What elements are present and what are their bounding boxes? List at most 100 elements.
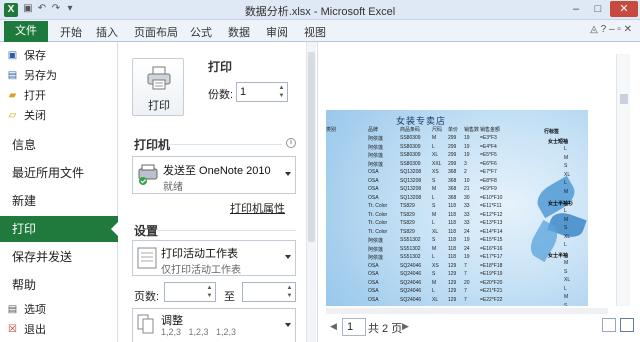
preview-scroll-thumb[interactable]: [620, 94, 628, 104]
printer-properties-link[interactable]: 打印机属性: [230, 200, 285, 216]
tab-view[interactable]: 视图: [304, 24, 326, 40]
copies-label: 份数:: [208, 89, 234, 101]
preview-cell: 118: [448, 237, 456, 243]
preview-cell: 阿依莲: [368, 153, 384, 159]
preview-cell: SQ13208: [400, 194, 422, 201]
preview-cell: =E20*F20: [480, 279, 503, 286]
zoom-to-page-button[interactable]: [620, 318, 634, 332]
backstage-open[interactable]: ▰ 打开: [0, 86, 118, 106]
preview-scrollbar[interactable]: [616, 54, 630, 306]
show-margins-button[interactable]: [602, 318, 616, 332]
page-header-area: [326, 54, 588, 110]
preview-header-cell: 尺码: [432, 127, 443, 133]
backstage-options[interactable]: ▤ 选项: [0, 300, 118, 320]
preview-cell: SS51302: [400, 245, 421, 252]
page-number-input[interactable]: 1: [342, 318, 366, 336]
tab-insert[interactable]: 插入: [96, 24, 118, 40]
preview-cell: 368: [448, 177, 457, 184]
preview-cell: 19: [464, 237, 470, 243]
backstage-info[interactable]: 信息: [0, 132, 118, 158]
preview-cell: TS829: [400, 220, 415, 226]
preview-header-cell: 类别: [326, 127, 337, 133]
preview-cell: =E7*F7: [480, 169, 497, 175]
preview-cell: =E13*F13: [480, 220, 503, 226]
pages-from-input[interactable]: ▲ ▼: [164, 282, 216, 302]
maximize-button[interactable]: □: [588, 1, 608, 17]
preview-cell: 阿依莲: [368, 246, 384, 253]
backstage-save-send[interactable]: 保存并发送: [0, 244, 118, 270]
preview-cell: 129: [448, 271, 457, 277]
worksheet-icon: [137, 247, 157, 269]
backstage-close[interactable]: ▱ 关闭: [0, 106, 118, 126]
preview-cell: 33: [464, 220, 470, 226]
preview-cell: M: [432, 279, 437, 286]
tab-home[interactable]: 开始: [60, 24, 82, 40]
preview-pivot-value: M: [564, 188, 569, 195]
preview-pivot-value: S: [564, 268, 568, 275]
backstage-help[interactable]: 帮助: [0, 272, 118, 298]
settings-scroll-thumb[interactable]: [308, 52, 315, 242]
pages-to-input[interactable]: ▲ ▼: [242, 282, 296, 302]
tab-review[interactable]: 审阅: [266, 24, 288, 40]
preview-pivot-value: S: [564, 163, 568, 169]
backstage-exit[interactable]: ☒ 退出: [0, 320, 118, 340]
preview-cell: 20: [464, 279, 470, 286]
settings-header: 设置: [134, 224, 159, 238]
printer-icon: [147, 66, 171, 90]
tab-formulas[interactable]: 公式: [190, 24, 212, 40]
ribbon-window-controls[interactable]: ◬ ? – ▫ ✕: [590, 24, 632, 35]
backstage-save-as[interactable]: ▤ 另存为: [0, 66, 118, 86]
preview-cell: =E6*F6: [480, 160, 497, 167]
printer-header: 打印机: [134, 138, 171, 152]
preview-cell: SS80309: [400, 143, 421, 150]
preview-cell: L: [432, 143, 435, 150]
info-icon[interactable]: i: [286, 138, 296, 148]
next-page-icon[interactable]: ▶: [402, 321, 409, 332]
preview-cell: L: [432, 220, 435, 226]
backstage-print[interactable]: 打印: [0, 216, 119, 242]
tab-file[interactable]: 文件: [4, 21, 48, 42]
settings-divider: [158, 230, 296, 231]
backstage-new[interactable]: 新建: [0, 188, 118, 214]
pages-from-spinner[interactable]: ▲ ▼: [205, 284, 214, 300]
print-scope-dropdown[interactable]: 打印活动工作表 仅打印活动工作表: [132, 240, 296, 276]
printer-dropdown[interactable]: 发送至 OneNote 2010 就绪: [132, 156, 296, 194]
print-button[interactable]: 打印: [132, 58, 184, 116]
preview-cell: 118: [448, 228, 456, 235]
collate-dropdown[interactable]: 调整 1,2,3 1,2,3 1,2,3: [132, 308, 296, 342]
preview-hscroll[interactable]: [326, 308, 608, 314]
preview-cell: SQ13208: [400, 186, 422, 192]
backstage-recent[interactable]: 最近所用文件: [0, 160, 118, 186]
preview-cell: XL: [432, 296, 439, 303]
chevron-down-icon: [285, 322, 291, 327]
preview-pivot-value: M: [564, 154, 569, 161]
backstage-save-label: 保存: [24, 50, 46, 62]
preview-cell: 21: [464, 186, 470, 192]
prev-page-icon[interactable]: ◀: [330, 321, 337, 332]
minimize-button[interactable]: –: [566, 1, 586, 17]
preview-cell: 30: [464, 194, 470, 201]
preview-pivot-value: XL: [564, 233, 571, 240]
close-button[interactable]: ✕: [610, 1, 638, 17]
preview-cell: OSA: [368, 271, 379, 277]
backstage-save-as-label: 另存为: [24, 70, 57, 82]
close-file-icon: ▱: [8, 110, 17, 121]
preview-pivot-value: L: [564, 208, 567, 214]
pages-to-spinner[interactable]: ▲ ▼: [285, 284, 294, 300]
preview-pivot-value: L: [564, 242, 567, 248]
copies-input[interactable]: 1 ▲ ▼: [236, 82, 288, 102]
preview-cell: =E9*F9: [480, 186, 497, 192]
preview-cell: L: [432, 288, 435, 294]
chevron-down-icon: [285, 255, 291, 259]
print-scope-sub: 仅打印活动工作表: [161, 265, 241, 276]
backstage-save[interactable]: ▣ 保存: [0, 46, 118, 66]
tab-page-layout[interactable]: 页面布局: [134, 24, 178, 40]
preview-cell: SQ24046: [400, 279, 422, 286]
preview-cell: L: [432, 194, 435, 201]
settings-scrollbar[interactable]: [306, 42, 316, 342]
preview-cell: SQ24046: [400, 288, 422, 294]
copies-spinner[interactable]: ▲ ▼: [277, 84, 286, 100]
preview-cell: =E18*F18: [480, 262, 503, 269]
preview-cell: 118: [448, 220, 456, 226]
tab-data[interactable]: 数据: [228, 24, 250, 40]
